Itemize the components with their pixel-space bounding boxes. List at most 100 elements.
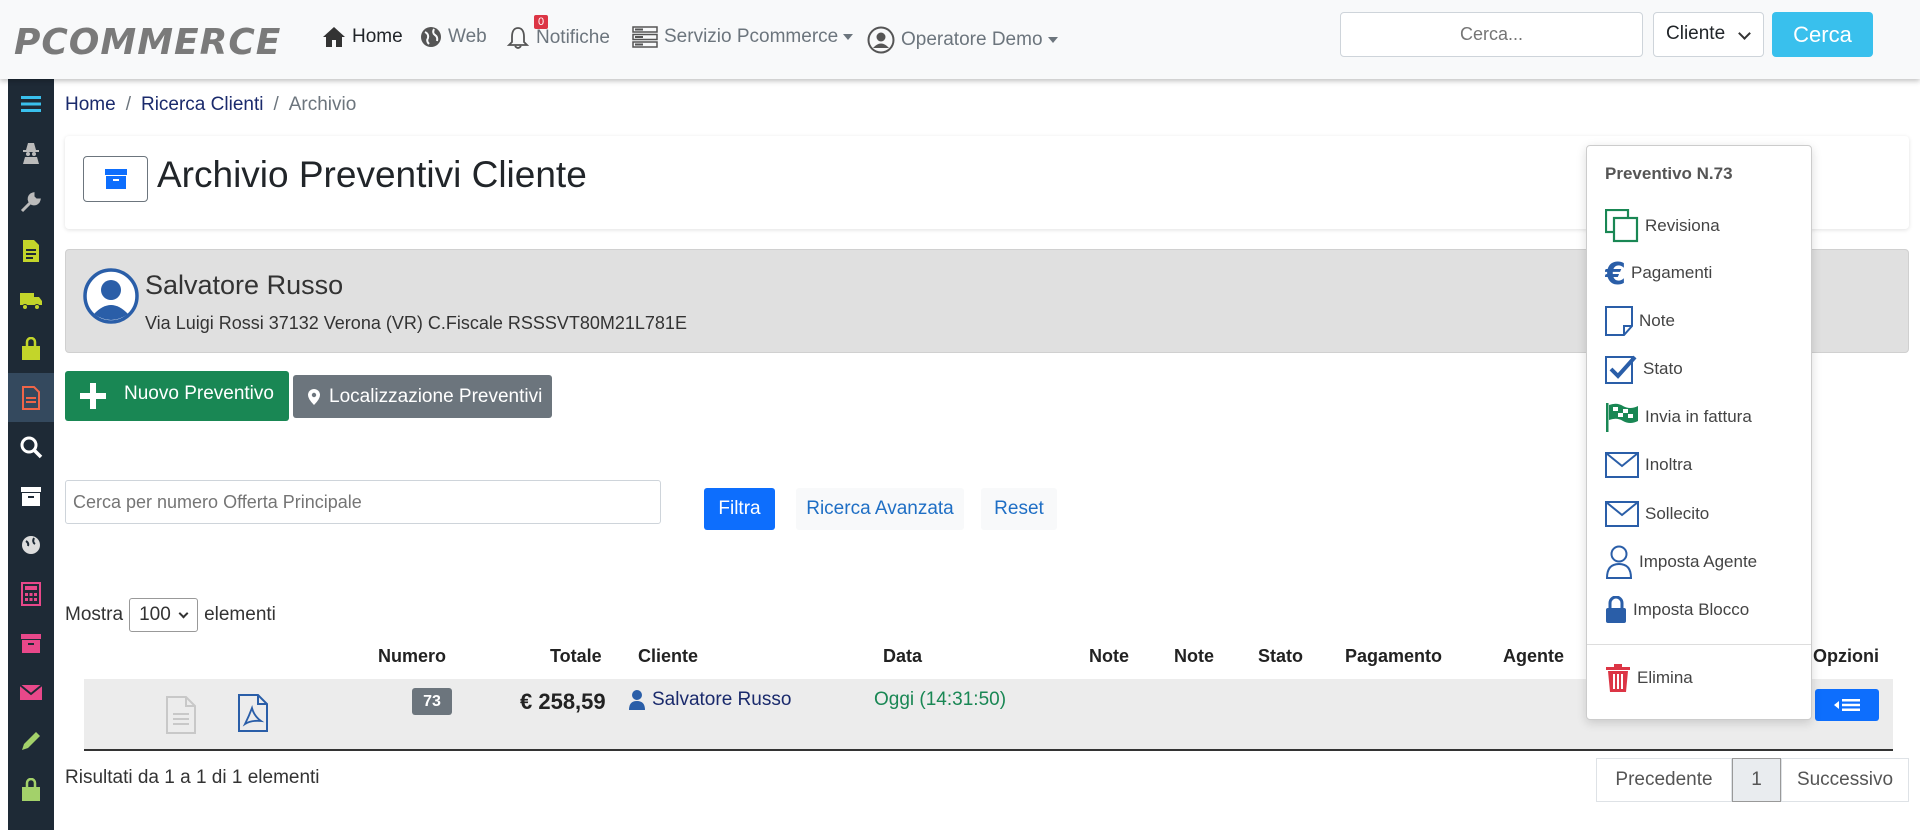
pager-page-1[interactable]: 1 (1732, 758, 1781, 802)
cell-data: Oggi (14:31:50) (874, 689, 1007, 710)
column-header-cliente[interactable]: Cliente (638, 646, 698, 667)
sidebar-item-globe[interactable] (8, 520, 54, 569)
sidebar-item-archive-pink[interactable] (8, 618, 54, 667)
show-entries-suffix: elementi (204, 604, 276, 625)
column-header-totale[interactable]: Totale (550, 646, 602, 667)
bell-icon (506, 27, 530, 49)
breadcrumb-home[interactable]: Home (65, 94, 116, 115)
sidebar-item-quotes[interactable] (8, 373, 54, 422)
menu-item-stato-label: Stato (1643, 359, 1683, 378)
nav-home-label: Home (352, 26, 403, 47)
column-header-agente[interactable]: Agente (1503, 646, 1564, 667)
chevron-down-icon (178, 608, 189, 619)
nav-home[interactable]: Home (322, 26, 403, 48)
menu-item-revisiona-label: Revisiona (1645, 216, 1720, 235)
archive-icon (21, 486, 41, 506)
envelope-icon (1605, 501, 1639, 527)
archive-icon (21, 633, 41, 653)
pdf-file-icon[interactable] (237, 694, 269, 732)
page-size-select[interactable]: 100 (129, 598, 199, 632)
top-navbar: PCOMMERCE Home Web Notifiche 0 Servizio … (0, 0, 1920, 79)
notification-count-badge: 0 (534, 15, 549, 29)
nav-notifiche[interactable]: Notifiche (506, 26, 610, 50)
row-options-dropdown: Preventivo N.73 Revisiona € Pagamenti No… (1586, 145, 1812, 720)
menu-item-revisiona[interactable]: Revisiona (1605, 209, 1720, 243)
reset-button[interactable]: Reset (981, 488, 1057, 530)
page-title: Archivio Preventivi Cliente (157, 154, 587, 195)
menu-item-note-label: Note (1639, 311, 1675, 330)
menu-item-imposta-blocco-label: Imposta Blocco (1633, 600, 1750, 619)
sidebar-item-search[interactable] (8, 422, 54, 471)
search-icon (20, 436, 43, 458)
breadcrumb-separator: / (273, 94, 279, 115)
show-entries: Mostra 100 elementi (65, 598, 276, 632)
svg-text:€: € (1605, 258, 1625, 288)
menu-item-elimina-label: Elimina (1637, 668, 1693, 687)
sidebar-item-shipping[interactable] (8, 275, 54, 324)
column-header-note-1[interactable]: Note (1089, 646, 1129, 667)
menu-item-sollecito[interactable]: Sollecito (1605, 501, 1709, 527)
cell-cliente-link[interactable]: Salvatore Russo (628, 689, 791, 711)
menu-item-pagamenti[interactable]: € Pagamenti (1605, 258, 1712, 288)
sidebar-item-archive[interactable] (8, 471, 54, 520)
column-header-stato[interactable]: Stato (1258, 646, 1303, 667)
nav-web[interactable]: Web (420, 26, 487, 48)
sidebar-item-edit[interactable] (8, 716, 54, 765)
results-summary: Risultati da 1 a 1 di 1 elementi (65, 767, 320, 788)
sidebar-item-tools[interactable] (8, 177, 54, 226)
pager-next[interactable]: Successivo (1781, 758, 1909, 802)
menu-item-inoltra-label: Inoltra (1645, 455, 1693, 474)
menu-item-stato[interactable]: Stato (1605, 354, 1683, 384)
document-icon[interactable] (165, 696, 197, 734)
checkbox-checked-icon (1605, 355, 1637, 384)
sidebar-item-spy[interactable] (8, 128, 54, 177)
dropdown-divider (1587, 644, 1811, 645)
menu-item-invia-fattura[interactable]: Invia in fattura (1605, 402, 1752, 432)
user-secret-icon (23, 142, 39, 164)
localizzazione-preventivi-label: Localizzazione Preventivi (329, 385, 543, 407)
offerta-search-input[interactable] (65, 480, 661, 524)
top-search-scope-select[interactable]: Cliente (1653, 12, 1764, 57)
breadcrumb-ricerca-clienti[interactable]: Ricerca Clienti (141, 94, 263, 115)
top-search-button[interactable]: Cerca (1772, 12, 1873, 57)
nuovo-preventivo-button[interactable]: Nuovo Preventivo (65, 371, 289, 421)
menu-item-sollecito-label: Sollecito (1645, 504, 1710, 523)
sidebar-item-documents[interactable] (8, 226, 54, 275)
server-icon (632, 26, 658, 48)
localizzazione-preventivi-button[interactable]: Localizzazione Preventivi (293, 375, 552, 418)
menu-item-note[interactable]: Note (1605, 306, 1675, 336)
envelope-icon (19, 683, 43, 700)
nav-operatore-label: Operatore Demo (901, 29, 1043, 50)
menu-item-elimina[interactable]: Elimina (1605, 663, 1693, 693)
nav-operatore-dropdown[interactable]: Operatore Demo (867, 26, 1058, 54)
sidebar-item-calculator[interactable] (8, 569, 54, 618)
column-header-data[interactable]: Data (883, 646, 922, 667)
truck-icon (20, 292, 42, 310)
column-header-pagamento[interactable]: Pagamento (1345, 646, 1442, 667)
sidebar-item-mail[interactable] (8, 667, 54, 716)
column-header-note-2[interactable]: Note (1174, 646, 1214, 667)
ricerca-avanzata-button[interactable]: Ricerca Avanzata (796, 488, 964, 530)
breadcrumb-current: Archivio (288, 94, 357, 115)
sidebar-item-shop[interactable] (8, 324, 54, 373)
pager-previous[interactable]: Precedente (1596, 758, 1732, 802)
breadcrumb-separator: / (125, 94, 131, 115)
filtra-button[interactable]: Filtra (704, 488, 775, 530)
breadcrumb: Home / Ricerca Clienti / Archivio (65, 94, 356, 116)
sidebar-item-menu[interactable] (8, 79, 54, 128)
nav-servizio-dropdown[interactable]: Servizio Pcommerce (632, 26, 854, 48)
row-options-button[interactable] (1815, 689, 1879, 721)
column-header-numero[interactable]: Numero (378, 646, 446, 667)
user-avatar-icon (83, 268, 139, 324)
user-circle-icon (867, 26, 895, 54)
menu-item-imposta-blocco[interactable]: Imposta Blocco (1605, 596, 1749, 624)
menu-item-imposta-agente[interactable]: Imposta Agente (1605, 545, 1757, 579)
title-archive-button[interactable] (83, 156, 148, 202)
menu-item-inoltra[interactable]: Inoltra (1605, 452, 1692, 478)
top-search-input[interactable] (1340, 12, 1643, 57)
lock-icon (1606, 596, 1626, 623)
brand-logo[interactable]: PCOMMERCE (14, 22, 281, 63)
cell-cliente-name: Salvatore Russo (652, 689, 792, 710)
nav-web-label: Web (448, 26, 487, 47)
sidebar-item-shop-2[interactable] (8, 765, 54, 814)
